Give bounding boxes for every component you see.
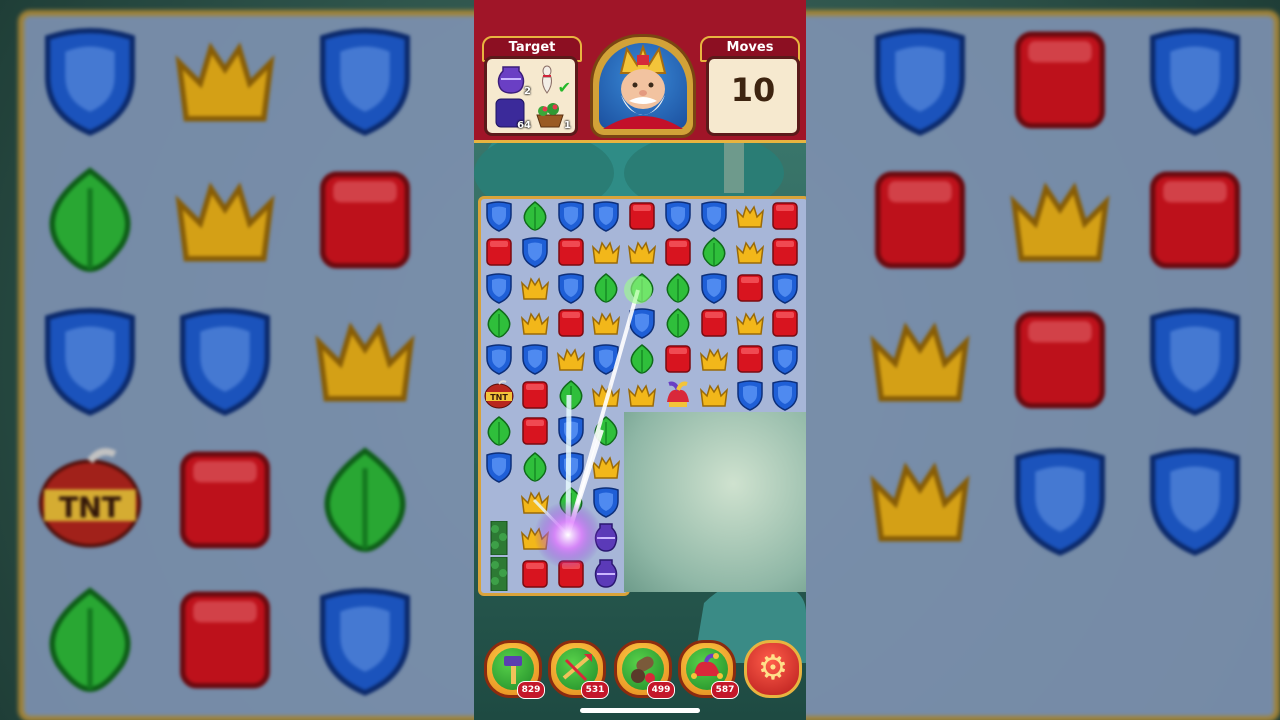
- jester-booster[interactable]: 587: [678, 640, 739, 699]
- booster-count: 587: [711, 681, 739, 699]
- cannon-booster[interactable]: 499: [614, 640, 675, 699]
- home-indicator[interactable]: [580, 708, 700, 713]
- booster-count: 829: [517, 681, 545, 699]
- arrow-booster[interactable]: 531: [548, 640, 609, 699]
- hammer-booster[interactable]: 829: [484, 640, 545, 699]
- booster-count: 531: [581, 681, 609, 699]
- booster-count: 499: [647, 681, 675, 699]
- game-screen: Target 2 ✔ 64 1 Moves 10 TNT 829 531 499…: [474, 0, 806, 720]
- booster-bar: 829 531 499 587 ⚙: [474, 634, 806, 704]
- beam-effect: [532, 276, 652, 569]
- gear-icon[interactable]: ⚙: [744, 640, 802, 698]
